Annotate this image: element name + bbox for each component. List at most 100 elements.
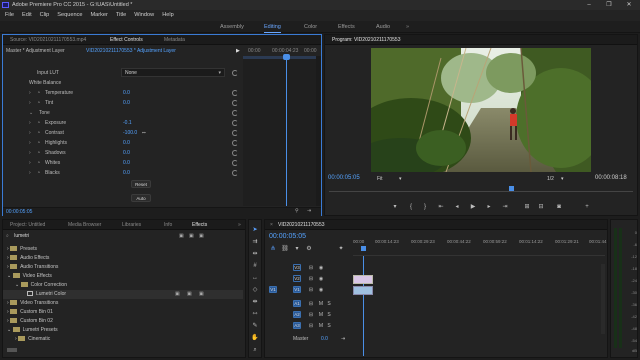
reset-button[interactable]: Reset: [131, 180, 151, 188]
stopwatch-icon[interactable]: ◔: [37, 128, 40, 138]
track-target-v1[interactable]: V1: [293, 286, 301, 293]
chevron-right-icon[interactable]: ›: [29, 158, 31, 168]
track-target-v2[interactable]: V2: [293, 275, 301, 282]
zoom-tool-icon[interactable]: ⌕: [251, 346, 259, 354]
clip-selector[interactable]: VID20210211170553 * Adjustment Layer: [86, 46, 176, 56]
tab-info[interactable]: Info: [161, 220, 175, 230]
sync-lock-icon[interactable]: ⊟: [307, 286, 315, 294]
go-to-in-icon[interactable]: ⇤: [437, 203, 445, 211]
reset-icon[interactable]: [232, 160, 238, 166]
solo-button[interactable]: S: [325, 300, 333, 308]
program-scrubber[interactable]: [329, 186, 633, 192]
track-select-tool-icon[interactable]: ⇉: [251, 238, 259, 246]
program-video-frame[interactable]: [371, 48, 591, 172]
adjustment-layer-clip[interactable]: [353, 275, 373, 284]
close-button[interactable]: ✕: [620, 0, 638, 10]
track-target-a3[interactable]: A3: [293, 322, 301, 329]
go-to-end-icon[interactable]: ⇥: [341, 335, 345, 344]
sequence-tab[interactable]: VID20210211170553: [275, 220, 328, 230]
program-title[interactable]: Program: VID20210211170553: [329, 35, 403, 45]
tab-effect-controls[interactable]: Effect Controls: [107, 35, 146, 45]
32bit-effects-icon[interactable]: ▣: [189, 233, 194, 239]
list-item[interactable]: › Video Transitions: [7, 299, 58, 308]
chevron-right-icon[interactable]: ›: [29, 98, 31, 108]
wrench-icon[interactable]: ✦: [337, 245, 345, 253]
param-value[interactable]: 0.0: [123, 158, 130, 168]
param-value[interactable]: -0.1: [123, 118, 132, 128]
linked-selection-icon[interactable]: ⛓: [281, 245, 289, 253]
search-input[interactable]: lumetri: [14, 233, 29, 239]
stopwatch-icon[interactable]: ◔: [37, 138, 40, 148]
export-icon[interactable]: ⇥: [307, 208, 311, 214]
chevron-right-icon[interactable]: ›: [29, 168, 31, 178]
menu-marker[interactable]: Marker: [91, 10, 108, 21]
export-frame-icon[interactable]: ◙: [555, 203, 563, 211]
step-back-icon[interactable]: ◂: [453, 203, 461, 211]
timeline-playhead[interactable]: [363, 256, 364, 356]
menu-sequence[interactable]: Sequence: [57, 10, 82, 21]
list-item-selected[interactable]: Lumetri Color ▣ ▣ ▣: [3, 290, 243, 299]
slip-tool-icon[interactable]: ⇼: [251, 298, 259, 306]
chevron-right-icon[interactable]: ›: [7, 246, 9, 252]
param-value[interactable]: 0.0: [123, 138, 130, 148]
menu-title[interactable]: Title: [116, 10, 126, 21]
eye-icon[interactable]: ◉: [317, 275, 325, 283]
reset-icon[interactable]: [232, 100, 238, 106]
tab-effects[interactable]: Effects: [189, 220, 210, 230]
track-target-v3[interactable]: V3: [293, 264, 301, 271]
sync-lock-icon[interactable]: ⊟: [307, 275, 315, 283]
auto-button[interactable]: Auto: [131, 194, 151, 202]
play-icon[interactable]: ▶: [469, 203, 477, 211]
video-clip[interactable]: [353, 286, 373, 295]
lift-icon[interactable]: ⊞: [523, 203, 531, 211]
eye-icon[interactable]: ◉: [317, 264, 325, 272]
stopwatch-icon[interactable]: ◔: [37, 98, 40, 108]
hand-tool-icon[interactable]: ✋: [251, 334, 259, 342]
add-marker-icon[interactable]: ▾: [391, 203, 399, 211]
list-item[interactable]: › Presets: [7, 245, 37, 254]
slide-tool-icon[interactable]: ⇿: [251, 310, 259, 318]
chevron-right-icon[interactable]: ›: [7, 300, 9, 306]
sync-lock-icon[interactable]: ⊟: [307, 322, 315, 330]
ec-scrollbar[interactable]: [316, 56, 321, 206]
fit-dropdown[interactable]: Fit ▾: [377, 175, 413, 183]
tab-project[interactable]: Project: Untitled: [7, 220, 48, 230]
filter-icon[interactable]: ⚲: [295, 208, 299, 214]
panel-scrollbar[interactable]: [7, 348, 17, 352]
stopwatch-icon[interactable]: ◔: [37, 118, 40, 128]
minimize-button[interactable]: –: [580, 0, 598, 10]
ec-timecode[interactable]: 00:00:05:05: [6, 209, 32, 215]
source-patch-v1[interactable]: V1: [269, 286, 277, 293]
list-item[interactable]: › Audio Transitions: [7, 263, 58, 272]
timeline-settings-icon[interactable]: ⚙: [305, 245, 313, 253]
resolution-dropdown[interactable]: 1/2 ▾: [547, 175, 571, 183]
menu-file[interactable]: File: [5, 10, 14, 21]
stopwatch-icon[interactable]: ◔: [37, 88, 40, 98]
add-button-icon[interactable]: +: [583, 203, 591, 211]
white-balance-group[interactable]: White Balance: [29, 78, 61, 88]
effects-search[interactable]: ⌕ lumetri: [6, 233, 126, 241]
mute-button[interactable]: M: [317, 322, 325, 330]
yuv-effects-icon[interactable]: ▣: [199, 233, 204, 239]
timeline-scrollbar[interactable]: [601, 264, 605, 334]
timeline-ruler[interactable]: 00:00 00:00:14:23 00:00:29:23 00:00:44:2…: [353, 232, 607, 256]
chevron-down-icon[interactable]: ⌄: [29, 108, 33, 118]
list-item[interactable]: ⌄ Video Effects: [7, 272, 52, 281]
chevron-down-icon[interactable]: ⌄: [15, 282, 19, 288]
tab-source[interactable]: Source: VID20210211170553.mp4: [7, 35, 89, 45]
solo-button[interactable]: S: [325, 311, 333, 319]
mute-button[interactable]: M: [317, 300, 325, 308]
list-item[interactable]: › Custom Bin 02: [7, 317, 53, 326]
menu-window[interactable]: Window: [134, 10, 154, 21]
menu-clip[interactable]: Clip: [40, 10, 50, 21]
timeline-timecode[interactable]: 00:00:05:05: [269, 233, 306, 240]
chevron-right-icon[interactable]: ›: [7, 264, 9, 270]
master-clip-label[interactable]: Master * Adjustment Layer: [6, 48, 65, 54]
ripple-edit-tool-icon[interactable]: ⇹: [251, 250, 259, 258]
step-forward-icon[interactable]: ▸: [485, 203, 493, 211]
workspace-assembly[interactable]: Assembly: [220, 21, 244, 33]
rate-stretch-tool-icon[interactable]: ↔: [251, 274, 259, 282]
program-timecode[interactable]: 00:00:05:05: [328, 175, 360, 181]
reset-icon[interactable]: [232, 150, 238, 156]
ec-mini-timeline[interactable]: [243, 54, 321, 206]
